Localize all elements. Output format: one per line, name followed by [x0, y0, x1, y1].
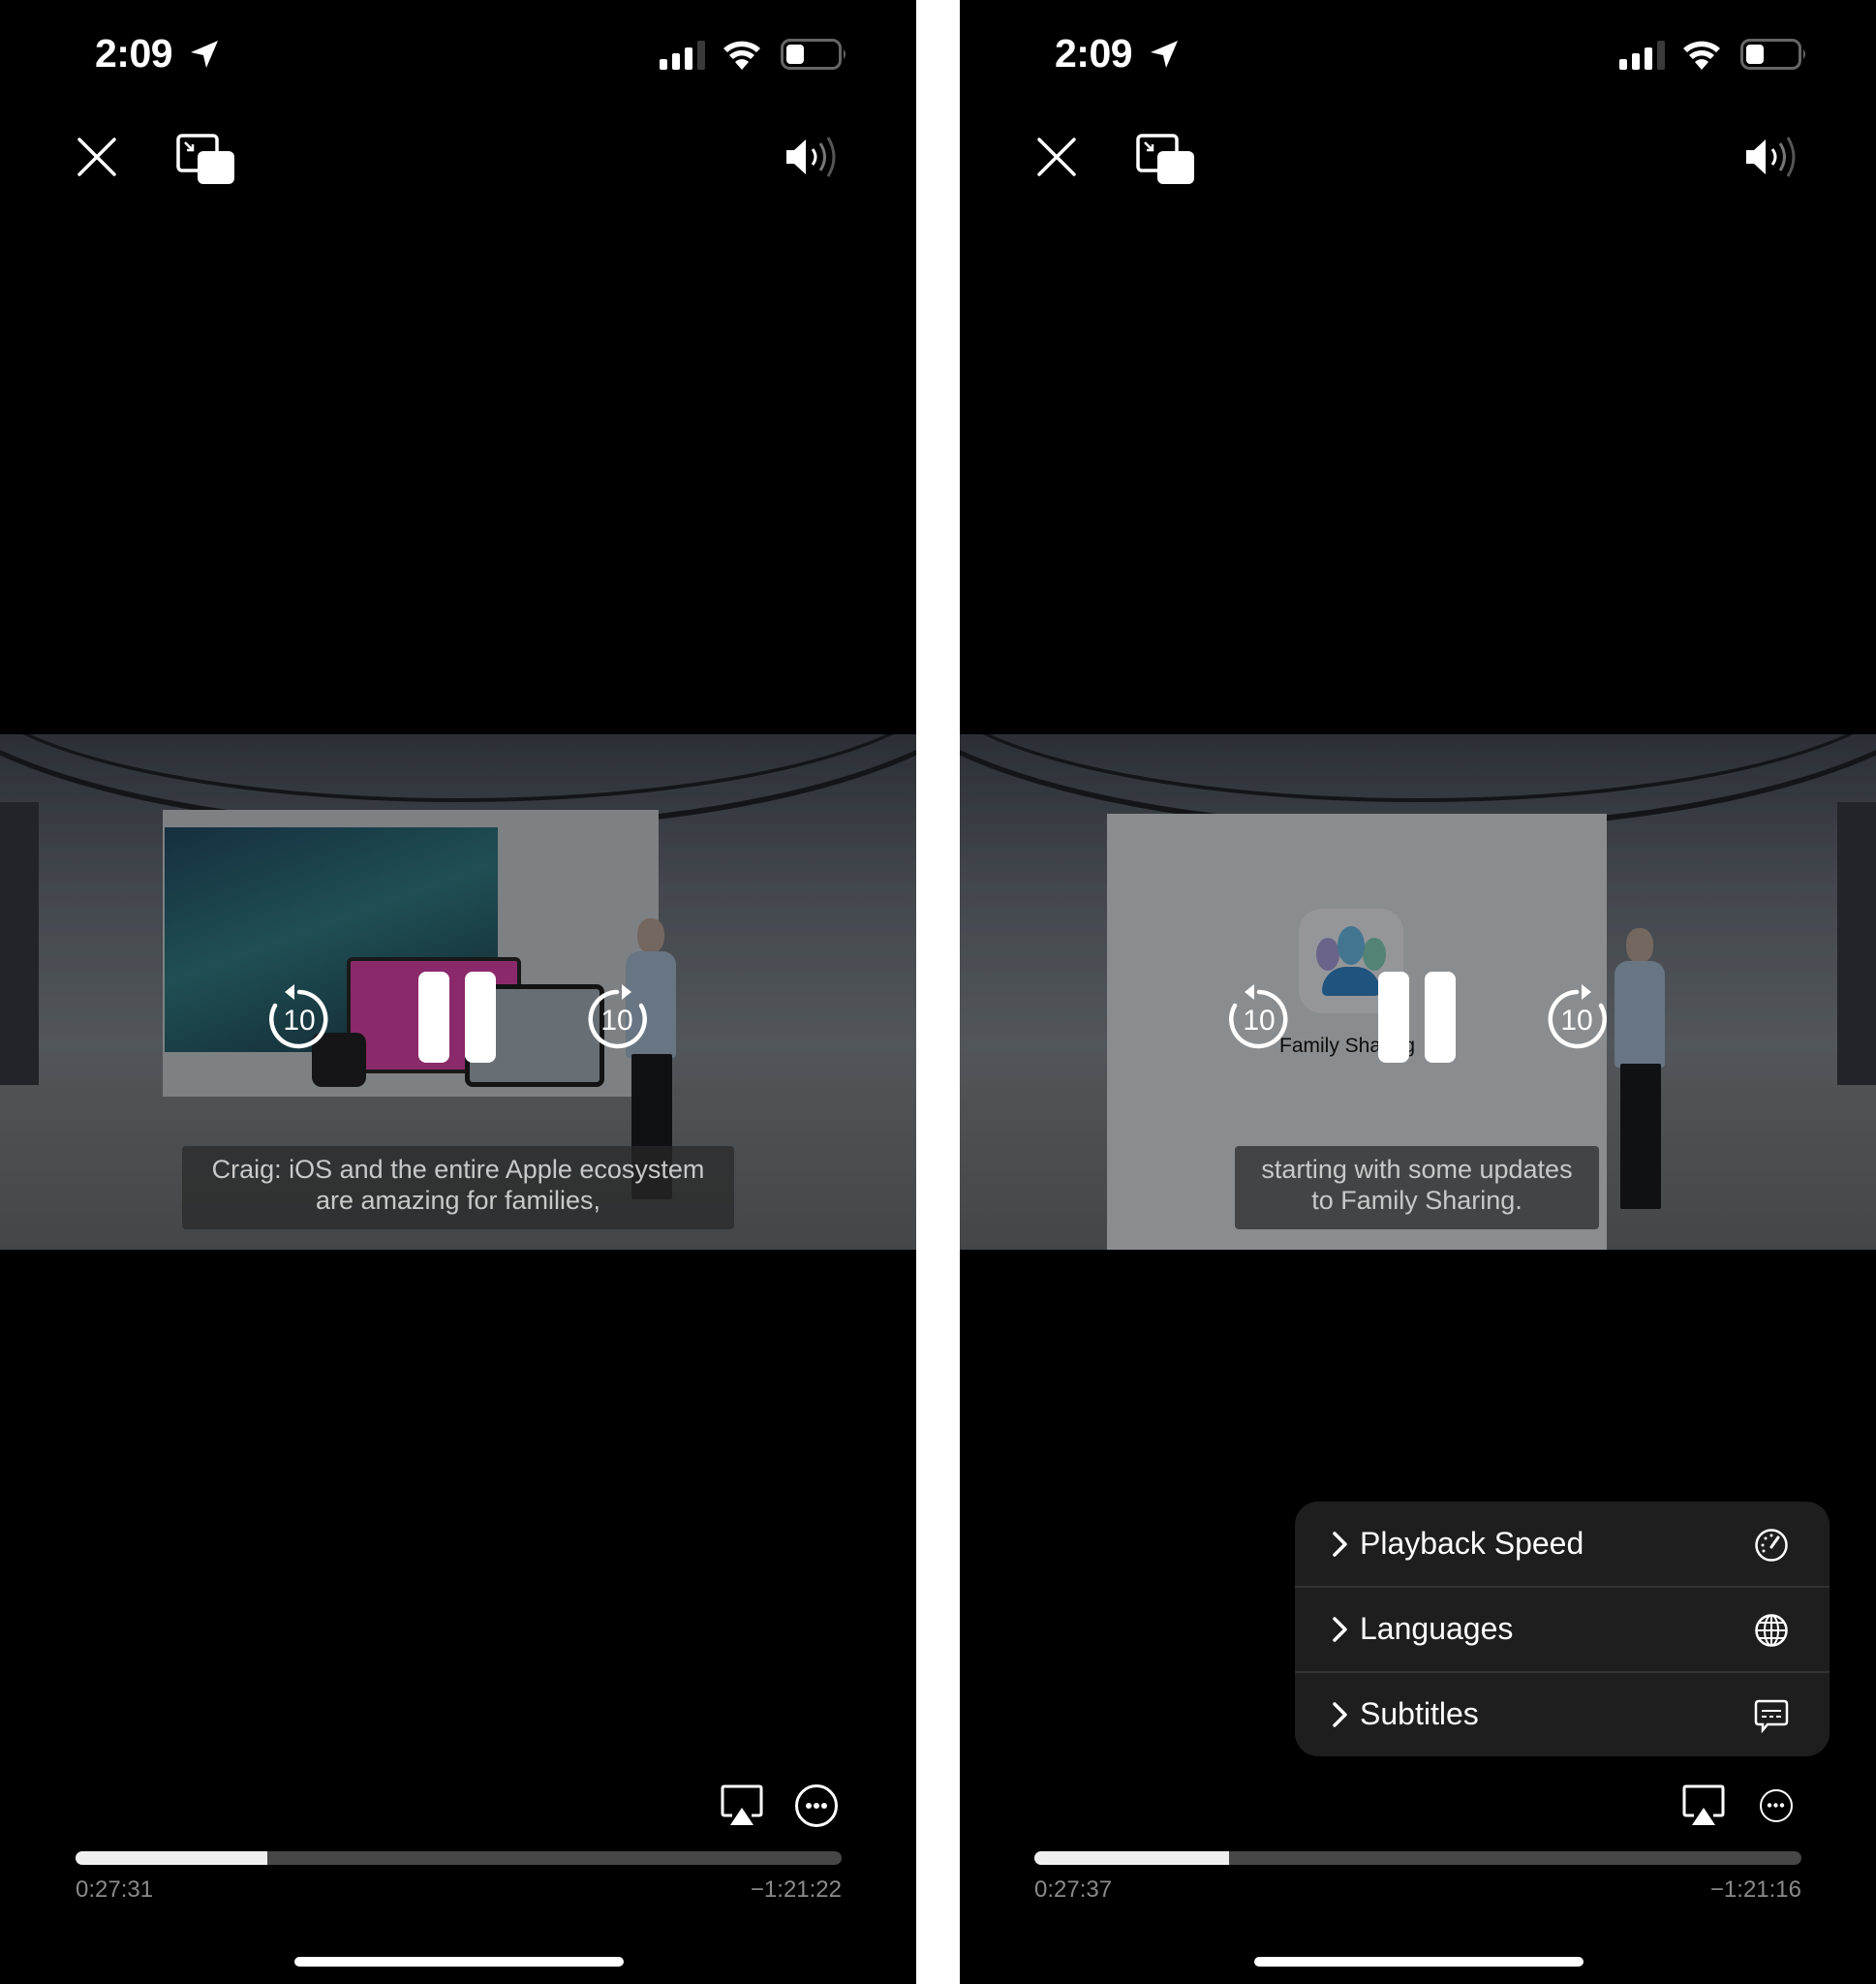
speaker-volume-icon — [786, 137, 836, 177]
volume-button[interactable] — [1744, 136, 1802, 178]
skip-forward-10-icon: 10 — [1548, 984, 1607, 1049]
subtitle-caption: Craig: iOS and the entire Apple ecosyste… — [182, 1146, 734, 1229]
menu-item-playback-speed[interactable]: Playback Speed — [1295, 1502, 1830, 1587]
chevron-right-icon — [1333, 1532, 1347, 1557]
skip-forward-button[interactable]: 10 — [1543, 984, 1611, 1052]
menu-item-label: Subtitles — [1360, 1696, 1479, 1731]
more-options-button[interactable] — [795, 1784, 838, 1827]
progress-fill — [1034, 1851, 1230, 1865]
volume-button[interactable] — [784, 136, 843, 178]
speedometer-icon — [1755, 1529, 1788, 1562]
battery-icon — [781, 39, 846, 70]
video-frame[interactable]: 10 10 Craig: iOS and the entire Apple ec… — [0, 734, 916, 1250]
subtitle-line: to Family Sharing. — [1311, 1186, 1522, 1215]
picture-in-picture-button[interactable] — [1136, 134, 1196, 184]
remaining-time: −1:21:16 — [1709, 1876, 1801, 1903]
svg-text:10: 10 — [1243, 1005, 1275, 1037]
skip-back-10-icon: 10 — [1229, 984, 1288, 1049]
subtitle-caption: starting with some updates to Family Sha… — [1235, 1146, 1599, 1229]
playback-scrubber[interactable] — [1034, 1851, 1801, 1865]
battery-icon — [1740, 39, 1805, 70]
progress-fill — [76, 1851, 267, 1865]
pause-icon-bar — [1378, 972, 1409, 1063]
menu-item-label: Languages — [1360, 1611, 1514, 1646]
playback-scrubber[interactable] — [76, 1851, 842, 1865]
status-time: 2:09 — [1055, 31, 1133, 76]
picture-in-picture-icon — [1136, 134, 1194, 184]
home-indicator[interactable] — [294, 1957, 624, 1967]
remaining-time: −1:21:22 — [750, 1876, 842, 1903]
home-indicator[interactable] — [1254, 1957, 1584, 1967]
globe-icon — [1755, 1614, 1788, 1647]
screenshot-divider — [916, 0, 960, 1984]
svg-text:10: 10 — [283, 1005, 315, 1037]
menu-item-subtitles[interactable]: Subtitles — [1295, 1672, 1830, 1756]
skip-forward-button[interactable]: 10 — [583, 984, 651, 1052]
pause-button[interactable] — [1378, 972, 1458, 1063]
captions-bubble-icon — [1754, 1699, 1789, 1733]
close-icon — [1037, 138, 1076, 176]
chevron-right-icon — [1333, 1617, 1347, 1642]
airplay-button[interactable] — [1682, 1784, 1725, 1827]
location-arrow-icon — [1151, 41, 1178, 68]
pause-button[interactable] — [418, 972, 498, 1063]
airplay-icon — [1682, 1784, 1725, 1825]
status-time: 2:09 — [95, 31, 173, 76]
picture-in-picture-button[interactable] — [176, 134, 236, 184]
subtitle-line: starting with some updates — [1261, 1155, 1573, 1184]
player-panel-left: 2:09 10 10 Craig: iOS and the entire App… — [0, 0, 916, 1984]
close-icon — [77, 138, 116, 176]
skip-back-10-icon: 10 — [269, 984, 328, 1049]
player-panel-right: 2:09 Family Sharing 10 10 starting with … — [960, 0, 1876, 1984]
menu-item-languages[interactable]: Languages — [1295, 1587, 1830, 1672]
chevron-right-icon — [1333, 1702, 1347, 1727]
speaker-volume-icon — [1746, 137, 1796, 177]
pause-icon-bar — [418, 972, 449, 1063]
subtitle-line: Craig: iOS and the entire Apple ecosyste… — [211, 1155, 705, 1184]
wifi-icon — [723, 41, 760, 70]
close-button[interactable] — [1035, 136, 1078, 178]
skip-back-button[interactable]: 10 — [1225, 984, 1293, 1052]
cellular-signal-icon — [1619, 41, 1665, 70]
pause-icon-bar — [1425, 972, 1456, 1063]
airplay-button[interactable] — [721, 1784, 763, 1827]
skip-forward-10-icon: 10 — [588, 984, 647, 1049]
elapsed-time: 0:27:31 — [76, 1876, 154, 1903]
picture-in-picture-icon — [176, 134, 234, 184]
more-options-menu: Playback Speed Languages Subtitles — [1295, 1502, 1830, 1756]
elapsed-time: 0:27:37 — [1034, 1876, 1113, 1903]
location-arrow-icon — [191, 41, 218, 68]
svg-text:10: 10 — [600, 1005, 632, 1037]
airplay-icon — [721, 1784, 763, 1825]
skip-back-button[interactable]: 10 — [265, 984, 333, 1052]
more-options-button[interactable] — [1760, 1789, 1793, 1822]
ellipsis-icon — [1767, 1803, 1785, 1808]
ellipsis-icon — [806, 1803, 827, 1809]
svg-text:10: 10 — [1560, 1005, 1592, 1037]
subtitle-line: are amazing for families, — [315, 1186, 601, 1215]
pause-icon-bar — [465, 972, 496, 1063]
menu-item-label: Playback Speed — [1360, 1526, 1584, 1561]
wifi-icon — [1683, 41, 1720, 70]
video-frame[interactable]: Family Sharing 10 10 starting with some … — [960, 734, 1876, 1250]
close-button[interactable] — [76, 136, 118, 178]
cellular-signal-icon — [660, 41, 705, 70]
